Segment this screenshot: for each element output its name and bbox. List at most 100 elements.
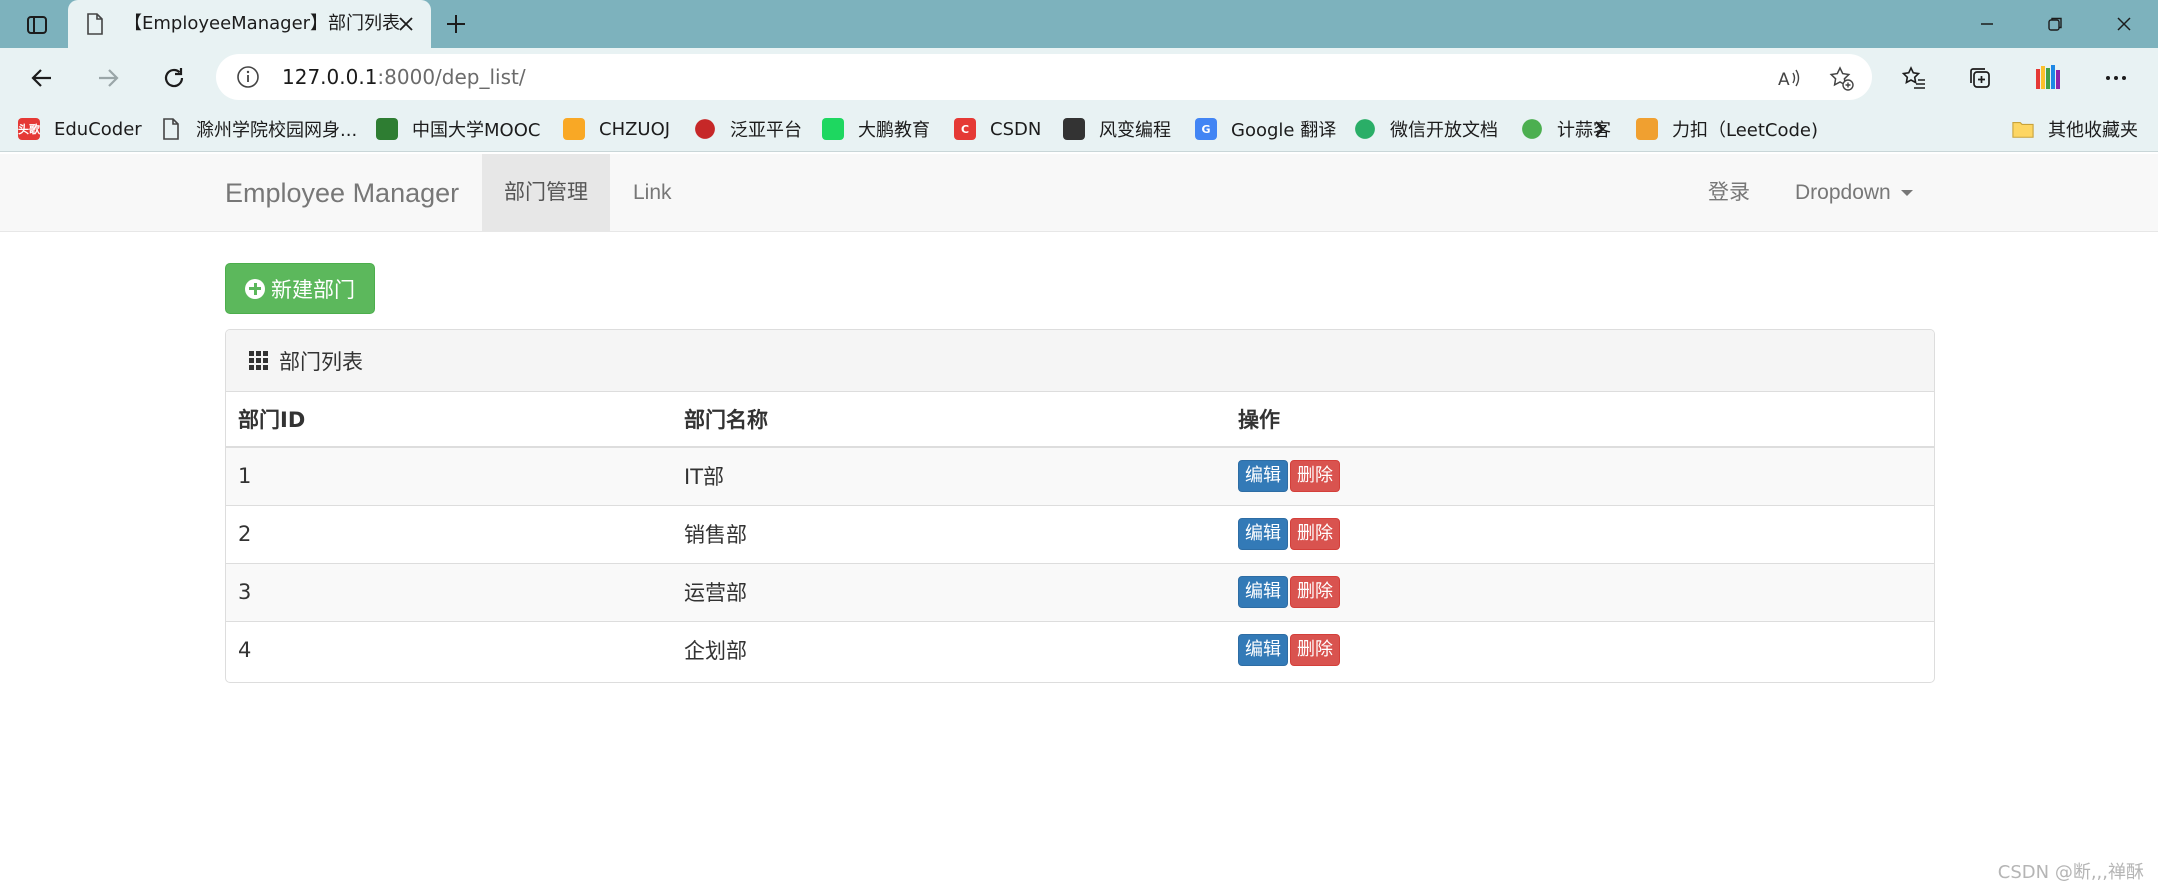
cell-dept-name: 企划部 xyxy=(672,620,1226,679)
tab-title: 【EmployeeManager】部门列表 xyxy=(124,13,401,34)
watermark: CSDN @断,,,禅酥 xyxy=(1997,862,2144,883)
bookmark-label: 泛亚平台 xyxy=(730,120,802,141)
department-table: 部门ID 部门名称 操作 1 IT部 编辑 删除 2 销售部 编辑 删除 3 运营部 编辑 删除 4 企划… xyxy=(226,392,1934,679)
table-header-row: 部门ID 部门名称 操作 xyxy=(226,392,1934,448)
bookmark-label: CSDN xyxy=(990,118,1042,140)
page-icon xyxy=(86,13,104,35)
page-icon xyxy=(160,118,182,140)
cell-dept-name: IT部 xyxy=(672,446,1226,505)
tab-actions-icon[interactable] xyxy=(22,10,52,40)
delete-button[interactable]: 删除 xyxy=(1290,634,1340,667)
add-favorite-icon[interactable] xyxy=(1828,65,1854,91)
bookmark-item[interactable]: CHZUOJ xyxy=(563,106,670,152)
address-bar[interactable]: 127.0.0.1:8000/dep_list/ A xyxy=(216,54,1872,100)
collections-icon[interactable] xyxy=(1962,60,1998,96)
edit-button[interactable]: 编辑 xyxy=(1238,634,1288,667)
delete-button[interactable]: 删除 xyxy=(1290,576,1340,608)
plus-circle-icon xyxy=(245,278,265,299)
google-translate-icon: G xyxy=(1195,118,1217,140)
bookmark-label: 计蒜客 xyxy=(1557,120,1611,141)
table-row: 1 IT部 编辑 删除 xyxy=(226,446,1934,505)
delete-button[interactable]: 删除 xyxy=(1290,518,1340,550)
app-navbar: Employee Manager 部门管理 Link 登录 Dropdown xyxy=(0,154,2158,232)
cell-dept-name: 运营部 xyxy=(672,562,1226,621)
browser-toolbar: 127.0.0.1:8000/dep_list/ A xyxy=(0,48,2158,106)
table-row: 3 运营部 编辑 删除 xyxy=(226,562,1934,621)
cell-actions: 编辑 删除 xyxy=(1226,562,1934,621)
other-bookmarks[interactable]: 其他收藏夹 xyxy=(2012,106,2138,152)
caret-down-icon xyxy=(1900,190,1913,197)
window-close-icon[interactable] xyxy=(2092,0,2156,48)
folder-icon xyxy=(2012,118,2034,140)
bookmark-label: EduCoder xyxy=(54,118,142,140)
edit-button[interactable]: 编辑 xyxy=(1238,518,1288,550)
column-header-id: 部门ID xyxy=(226,392,672,448)
cell-dept-id: 1 xyxy=(226,446,672,505)
nav-item-dept-management[interactable]: 部门管理 xyxy=(482,154,610,232)
new-tab-icon[interactable] xyxy=(440,8,472,40)
close-icon[interactable] xyxy=(395,13,417,35)
back-arrow-icon[interactable] xyxy=(24,60,60,96)
bookmark-label: 滁州学院校园网身... xyxy=(196,120,358,141)
bookmark-item[interactable]: 泛亚平台 xyxy=(694,106,802,152)
chzuoj-icon xyxy=(563,118,585,140)
bookmark-item[interactable]: 风变编程 xyxy=(1063,106,1171,152)
grid-icon xyxy=(249,350,269,371)
refresh-icon[interactable] xyxy=(156,60,192,96)
column-header-name: 部门名称 xyxy=(672,392,1226,448)
extensions-icon[interactable] xyxy=(2030,60,2066,96)
favorites-icon[interactable] xyxy=(1896,60,1932,96)
cell-actions: 编辑 删除 xyxy=(1226,446,1934,505)
nav-item-login[interactable]: 登录 xyxy=(1686,154,1772,232)
edit-button[interactable]: 编辑 xyxy=(1238,460,1288,493)
bookmark-label: CHZUOJ xyxy=(599,118,671,140)
url-host: 127.0.0.1 xyxy=(282,65,378,89)
fanya-icon xyxy=(695,119,715,139)
url-text[interactable]: 127.0.0.1:8000/dep_list/ xyxy=(282,54,526,100)
bookmark-label: 中国大学MOOC xyxy=(412,120,541,141)
more-menu-icon[interactable] xyxy=(2098,60,2134,96)
bookmark-item[interactable]: 微信开放文档 xyxy=(1354,106,1498,152)
navbar-brand[interactable]: Employee Manager xyxy=(225,154,459,232)
cell-actions: 编辑 删除 xyxy=(1226,504,1934,563)
department-panel: 部门列表 部门ID 部门名称 操作 1 IT部 编辑 删除 2 销售部 编辑 删除 3 运营部 编辑… xyxy=(225,329,1935,683)
cell-dept-name: 销售部 xyxy=(672,504,1226,563)
panel-heading: 部门列表 xyxy=(226,330,1934,392)
jisuanke-icon xyxy=(1522,119,1542,139)
bookmark-item[interactable]: C CSDN xyxy=(954,106,1041,152)
bookmark-label: Google 翻译 xyxy=(1231,120,1337,141)
read-aloud-icon[interactable]: A xyxy=(1776,65,1802,91)
info-icon[interactable] xyxy=(236,65,260,89)
fengbian-icon xyxy=(1063,118,1085,140)
bookmark-label: 大鹏教育 xyxy=(858,120,930,141)
forward-arrow-icon[interactable] xyxy=(90,60,126,96)
bookmark-item[interactable]: 头歌 EduCoder xyxy=(18,106,142,152)
wechat-icon xyxy=(1355,119,1375,139)
table-row: 2 销售部 编辑 删除 xyxy=(226,504,1934,563)
table-row: 4 企划部 编辑 删除 xyxy=(226,620,1934,679)
bookmark-item[interactable]: 力扣（LeetCode) xyxy=(1636,106,1818,152)
bookmark-item[interactable]: 计蒜客 xyxy=(1521,106,1611,152)
bookmark-label: 力扣（LeetCode) xyxy=(1672,120,1819,141)
new-department-button[interactable]: 新建部门 xyxy=(225,263,375,314)
bookmark-item[interactable]: 中国大学MOOC xyxy=(376,106,540,152)
cell-actions: 编辑 删除 xyxy=(1226,620,1934,679)
bookmark-item[interactable]: 大鹏教育 xyxy=(822,106,930,152)
delete-button[interactable]: 删除 xyxy=(1290,460,1340,493)
bookmark-item[interactable]: G Google 翻译 xyxy=(1195,106,1336,152)
nav-item-link[interactable]: Link xyxy=(611,154,694,232)
bookmark-item[interactable]: 滁州学院校园网身... xyxy=(160,106,357,152)
browser-tab-active[interactable]: 【EmployeeManager】部门列表 xyxy=(68,0,431,48)
edit-button[interactable]: 编辑 xyxy=(1238,576,1288,608)
nav-dropdown-label: Dropdown xyxy=(1795,181,1891,204)
browser-tabstrip: 【EmployeeManager】部门列表 xyxy=(0,0,2158,48)
bookmark-label: 微信开放文档 xyxy=(1390,120,1498,141)
cell-dept-id: 2 xyxy=(226,504,672,563)
restore-icon[interactable] xyxy=(2023,0,2087,48)
svg-text:A: A xyxy=(1778,70,1790,90)
url-path: :8000/dep_list/ xyxy=(377,65,526,89)
csdn-icon: C xyxy=(954,118,976,140)
minimize-icon[interactable] xyxy=(1955,0,2019,48)
nav-dropdown[interactable]: Dropdown xyxy=(1773,154,1935,232)
column-header-actions: 操作 xyxy=(1226,392,1934,448)
